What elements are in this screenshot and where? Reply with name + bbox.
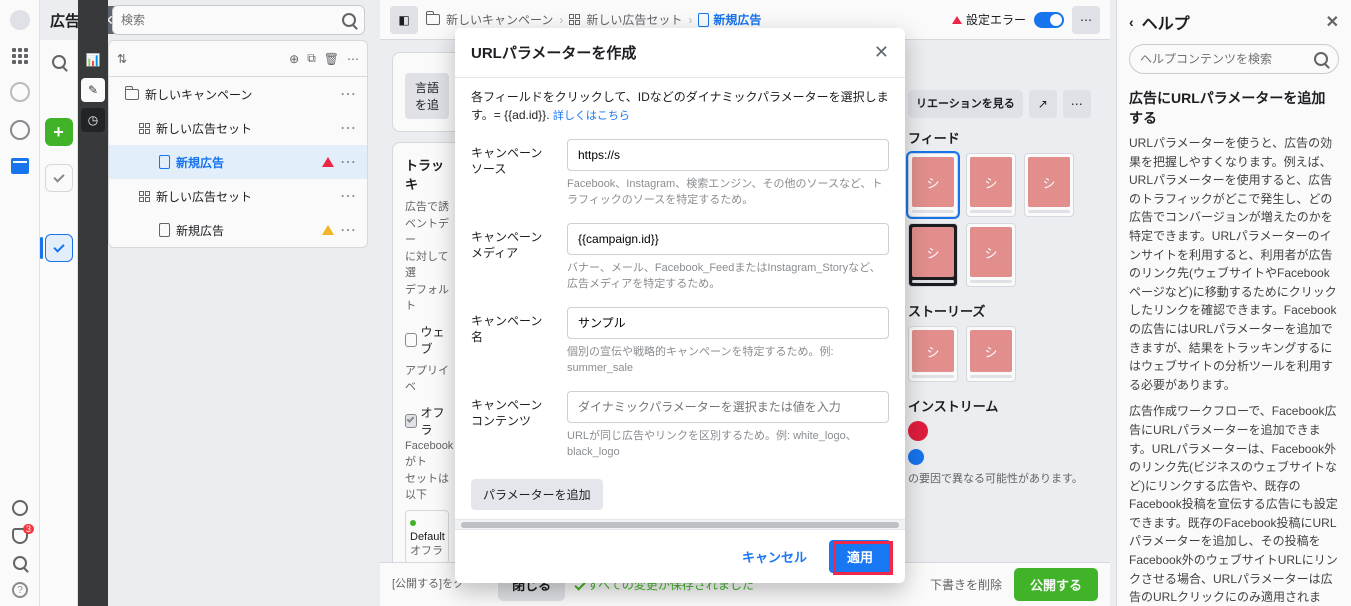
media-hint: バナー、メール、Facebook_FeedまたはInstagram_Storyな…	[567, 260, 889, 293]
apply-button[interactable]: 適用	[829, 540, 891, 573]
cancel-button[interactable]: キャンセル	[730, 540, 819, 573]
content-hint: URLが同じ広告やリンクを区別するため。例: white_logo、black_…	[567, 428, 889, 461]
content-input[interactable]	[567, 391, 889, 423]
name-hint: 個別の宣伝や戦略的キャンペーンを特定するため。例: summer_sale	[567, 344, 889, 377]
modal-footer: キャンセル 適用	[455, 529, 905, 583]
modal-body: 各フィールドをクリックして、IDなどのダイナミックパラメーターを選択します。= …	[455, 78, 905, 519]
source-input[interactable]	[567, 139, 889, 171]
modal-intro: 各フィールドをクリックして、IDなどのダイナミックパラメーターを選択します。= …	[471, 88, 889, 125]
learn-more-link[interactable]: 詳しくはこちら	[553, 110, 630, 122]
add-parameter-button[interactable]: パラメーターを追加	[471, 479, 603, 510]
modal-header: URLパラメーターを作成 ✕	[455, 28, 905, 78]
name-label: キャンペーン名	[471, 307, 553, 377]
url-param-modal: URLパラメーターを作成 ✕ 各フィールドをクリックして、IDなどのダイナミック…	[455, 28, 905, 583]
name-input[interactable]	[567, 307, 889, 339]
content-label: キャンペーンコンテンツ	[471, 391, 553, 461]
media-input[interactable]	[567, 223, 889, 255]
modal-h-scroll[interactable]	[455, 519, 905, 529]
source-hint: Facebook、Instagram、検索エンジン、その他のソースなど、トラフィ…	[567, 176, 889, 209]
media-label: キャンペーンメディア	[471, 223, 553, 293]
close-icon[interactable]: ✕	[874, 42, 889, 63]
modal-title: URLパラメーターを作成	[471, 42, 874, 63]
source-label: キャンペーンソース	[471, 139, 553, 209]
